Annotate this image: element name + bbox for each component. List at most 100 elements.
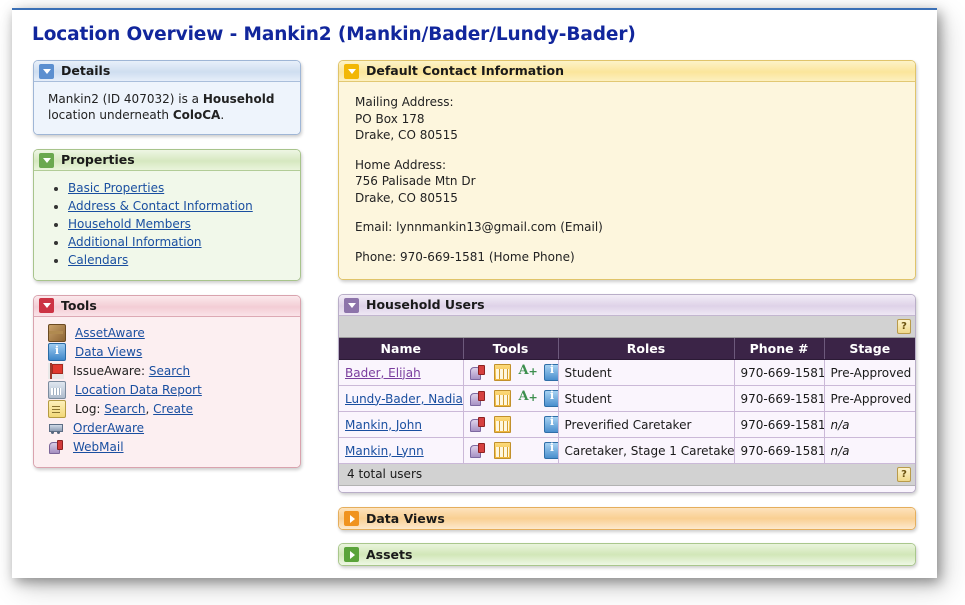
- collapse-triangle-down-icon[interactable]: [39, 153, 54, 168]
- tool-item-data-views: Data Views: [48, 343, 289, 362]
- link-user-mankin-lynn[interactable]: Mankin, Lynn: [345, 444, 424, 458]
- expand-triangle-right-icon[interactable]: [344, 511, 359, 526]
- info-icon[interactable]: [544, 442, 559, 459]
- cell-phone: 970-669-1581: [734, 360, 824, 386]
- mailbox-icon[interactable]: [470, 391, 485, 406]
- panel-details-title: Details: [61, 61, 110, 81]
- grid-icon[interactable]: [494, 390, 511, 407]
- link-data-views[interactable]: Data Views: [75, 345, 142, 359]
- collapse-triangle-down-icon[interactable]: [39, 64, 54, 79]
- link-basic-properties[interactable]: Basic Properties: [68, 181, 164, 195]
- link-calendars[interactable]: Calendars: [68, 253, 128, 267]
- home-address-label: Home Address:: [355, 157, 904, 174]
- collapse-triangle-down-icon[interactable]: [344, 64, 359, 79]
- tool-item-issueaware: IssueAware: Search: [48, 362, 289, 381]
- cart-icon: [48, 420, 64, 436]
- column-header-tools[interactable]: Tools: [463, 338, 558, 360]
- link-user-mankin-john[interactable]: Mankin, John: [345, 418, 422, 432]
- tool-label: Data Views: [75, 344, 142, 360]
- total-users-count: 4 total users: [347, 467, 422, 481]
- email-block: Email: lynnmankin13@gmail.com (Email): [355, 219, 904, 236]
- info-icon[interactable]: [544, 390, 559, 407]
- link-user-bader-elijah[interactable]: Bader, Elijah: [345, 366, 421, 380]
- home-address-line2: Drake, CO 80515: [355, 190, 904, 207]
- panel-assets-header[interactable]: Assets: [339, 544, 915, 565]
- page-title: Location Overview - Mankin2 (Mankin/Bade…: [32, 24, 636, 45]
- help-button[interactable]: ?: [897, 467, 911, 482]
- mailbox-icon[interactable]: [470, 443, 485, 458]
- list-item: Address & Contact Information: [68, 198, 289, 215]
- panel-properties-header[interactable]: Properties: [34, 150, 300, 171]
- tool-label: OrderAware: [73, 420, 144, 436]
- column-header-stage[interactable]: Stage: [824, 338, 915, 360]
- mailbox-icon: [48, 439, 64, 455]
- link-orderaware[interactable]: OrderAware: [73, 421, 144, 435]
- column-header-name[interactable]: Name: [339, 338, 463, 360]
- collapse-triangle-down-icon[interactable]: [344, 298, 359, 313]
- table-bottom-padding: [339, 486, 915, 492]
- column-header-roles[interactable]: Roles: [558, 338, 734, 360]
- details-text-2: location underneath: [48, 108, 173, 122]
- tool-label: Log: Search, Create: [75, 401, 193, 417]
- mailing-address-line1: PO Box 178: [355, 111, 904, 128]
- help-button[interactable]: ?: [897, 319, 911, 334]
- mailbox-icon[interactable]: [470, 365, 485, 380]
- panel-household-users-title: Household Users: [366, 295, 485, 315]
- panel-details: Details Mankin2 (ID 407032) is a Househo…: [33, 60, 301, 135]
- email-line: Email: lynnmankin13@gmail.com (Email): [355, 219, 904, 236]
- link-household-members[interactable]: Household Members: [68, 217, 191, 231]
- grid-icon[interactable]: [494, 364, 511, 381]
- link-log-create[interactable]: Create: [153, 402, 193, 416]
- link-user-lundy-bader-nadia[interactable]: Lundy-Bader, Nadia: [345, 392, 463, 406]
- link-issueaware-search[interactable]: Search: [149, 364, 190, 378]
- tool-label: Location Data Report: [75, 382, 202, 398]
- info-icon[interactable]: [544, 416, 559, 433]
- details-text-3: .: [220, 108, 224, 122]
- home-address-line1: 756 Palisade Mtn Dr: [355, 173, 904, 190]
- link-webmail[interactable]: WebMail: [73, 440, 124, 454]
- cell-stage: n/a: [824, 412, 915, 438]
- panel-tools-header[interactable]: Tools: [34, 296, 300, 317]
- cell-stage: Pre-Approved: [824, 386, 915, 412]
- mailbox-icon[interactable]: [470, 417, 485, 432]
- link-location-data-report[interactable]: Location Data Report: [75, 383, 202, 397]
- table-row: Mankin, Lynn Caretaker, Stage 1 Caretake…: [339, 438, 915, 464]
- link-additional-information[interactable]: Additional Information: [68, 235, 202, 249]
- flag-icon: [48, 363, 64, 379]
- cell-stage: n/a: [824, 438, 915, 464]
- mailing-address-line2: Drake, CO 80515: [355, 127, 904, 144]
- cell-phone: 970-669-1581: [734, 412, 824, 438]
- panel-details-header[interactable]: Details: [34, 61, 300, 82]
- tool-label: AssetAware: [75, 325, 145, 341]
- info-icon[interactable]: [544, 364, 559, 381]
- link-assetaware[interactable]: AssetAware: [75, 326, 145, 340]
- tool-item-webmail: WebMail: [48, 438, 289, 457]
- household-users-table: Name Tools Roles Phone # Stage Bader, El…: [339, 338, 915, 464]
- panel-data-views-header[interactable]: Data Views: [339, 508, 915, 529]
- cell-roles: Caretaker, Stage 1 Caretaker: [558, 438, 734, 464]
- page-frame: Location Overview - Mankin2 (Mankin/Bade…: [12, 8, 937, 578]
- link-address-contact-information[interactable]: Address & Contact Information: [68, 199, 253, 213]
- panel-properties-title: Properties: [61, 150, 135, 170]
- panel-contact-header[interactable]: Default Contact Information: [339, 61, 915, 82]
- collapse-triangle-down-icon[interactable]: [39, 298, 54, 313]
- grade-icon[interactable]: [520, 391, 535, 406]
- panel-household-users: Household Users ? Name Tools Roles Phone…: [338, 294, 916, 493]
- panel-data-views[interactable]: Data Views: [338, 507, 916, 530]
- column-header-phone[interactable]: Phone #: [734, 338, 824, 360]
- list-item: Household Members: [68, 216, 289, 233]
- table-header-row: Name Tools Roles Phone # Stage: [339, 338, 915, 360]
- expand-triangle-right-icon[interactable]: [344, 547, 359, 562]
- panel-assets-title: Assets: [366, 544, 412, 565]
- calendar-icon: [48, 381, 66, 399]
- panel-household-users-header[interactable]: Household Users: [339, 295, 915, 316]
- grid-icon[interactable]: [494, 416, 511, 433]
- panel-assets[interactable]: Assets: [338, 543, 916, 566]
- link-log-search[interactable]: Search: [104, 402, 145, 416]
- grid-icon[interactable]: [494, 442, 511, 459]
- grade-icon[interactable]: [520, 365, 535, 380]
- cell-tools: [463, 438, 558, 464]
- cell-roles: Student: [558, 360, 734, 386]
- details-text-1: Mankin2 (ID 407032) is a: [48, 92, 203, 106]
- cell-name: Mankin, Lynn: [339, 438, 463, 464]
